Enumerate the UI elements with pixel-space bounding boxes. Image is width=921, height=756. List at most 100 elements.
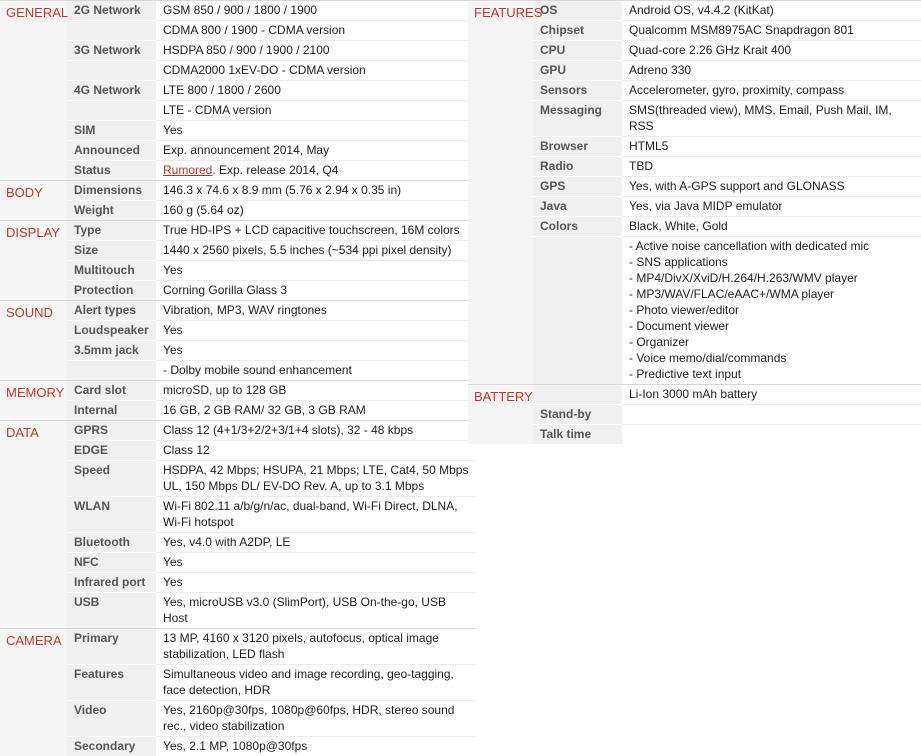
spec-row: FEATURESOSAndroid OS, v4.4.2 (KitKat) (468, 1, 921, 21)
spec-label-stand-by: Stand-by (533, 405, 622, 425)
spec-label-os: OS (533, 1, 622, 21)
spec-label-secondary: Secondary (67, 737, 156, 756)
spec-row: Weight160 g (5.64 oz) (0, 201, 476, 221)
spec-section-general: GENERAL2G NetworkGSM 850 / 900 / 1800 / … (0, 0, 476, 180)
spec-value-size: 1440 x 2560 pixels, 5.5 inches (~534 ppi… (156, 241, 476, 261)
spec-row: - Active noise cancellation with dedicat… (468, 237, 921, 385)
specs-column-right: FEATURESOSAndroid OS, v4.4.2 (KitKat)Chi… (468, 0, 921, 444)
spec-value-type: True HD-IPS + LCD capacitive touchscreen… (156, 221, 476, 241)
spec-row: FeaturesSimultaneous video and image rec… (0, 665, 476, 701)
spec-value-video: Yes, 2160p@30fps, 1080p@60fps, HDR, ster… (156, 701, 476, 737)
spec-label-size: Size (67, 241, 156, 261)
spec-row: MultitouchYes (0, 261, 476, 281)
spec-label-3-5mm-jack: 3.5mm jack (67, 341, 156, 361)
spec-label-type: Type (67, 221, 156, 241)
spec-row: BODYDimensions146.3 x 74.6 x 8.9 mm (5.7… (0, 181, 476, 201)
spec-row: CAMERAPrimary13 MP, 4160 x 3120 pixels, … (0, 629, 476, 665)
spec-row: SOUNDAlert typesVibration, MP3, WAV ring… (0, 301, 476, 321)
spec-value-loudspeaker: Yes (156, 321, 476, 341)
spec-label-extra (533, 237, 622, 385)
spec-section-battery: BATTERYLi-Ion 3000 mAh batteryStand-byTa… (468, 384, 921, 444)
spec-row: LoudspeakerYes (0, 321, 476, 341)
spec-row: RadioTBD (468, 157, 921, 177)
spec-row: MEMORYCard slotmicroSD, up to 128 GB (0, 381, 476, 401)
spec-value-extra: LTE - CDMA version (156, 101, 476, 121)
spec-row: BrowserHTML5 (468, 137, 921, 157)
spec-value-usb: Yes, microUSB v3.0 (SlimPort), USB On-th… (156, 593, 476, 629)
spec-label-extra (67, 61, 156, 81)
spec-value-3g-network: HSDPA 850 / 900 / 1900 / 2100 (156, 41, 476, 61)
spec-label-extra (67, 21, 156, 41)
spec-value-bluetooth: Yes, v4.0 with A2DP, LE (156, 533, 476, 553)
spec-row: NFCYes (0, 553, 476, 573)
spec-label-loudspeaker: Loudspeaker (67, 321, 156, 341)
spec-label-extra (67, 361, 156, 381)
spec-value-4g-network: LTE 800 / 1800 / 2600 (156, 81, 476, 101)
spec-value-gpu: Adreno 330 (622, 61, 921, 81)
spec-section-display: DISPLAYTypeTrue HD-IPS + LCD capacitive … (0, 220, 476, 300)
spec-label-video: Video (67, 701, 156, 737)
spec-row: GENERAL2G NetworkGSM 850 / 900 / 1800 / … (0, 1, 476, 21)
spec-label-browser: Browser (533, 137, 622, 157)
spec-row: CDMA2000 1xEV-DO - CDMA version (0, 61, 476, 81)
spec-value-messaging: SMS(threaded view), MMS, Email, Push Mai… (622, 101, 921, 137)
spec-value-internal: 16 GB, 2 GB RAM/ 32 GB, 3 GB RAM (156, 401, 476, 421)
spec-label-gpu: GPU (533, 61, 622, 81)
spec-value-radio: TBD (622, 157, 921, 177)
spec-value-extra: - Active noise cancellation with dedicat… (622, 237, 921, 385)
spec-value-extra: CDMA2000 1xEV-DO - CDMA version (156, 61, 476, 81)
spec-value-gps: Yes, with A-GPS support and GLONASS (622, 177, 921, 197)
spec-label-status: Status (67, 161, 156, 181)
category-camera: CAMERA (0, 629, 67, 756)
spec-row: DATAGPRSClass 12 (4+1/3+2/2+3/1+4 slots)… (0, 421, 476, 441)
spec-value-cpu: Quad-core 2.26 GHz Krait 400 (622, 41, 921, 61)
spec-label-sensors: Sensors (533, 81, 622, 101)
spec-label-features: Features (67, 665, 156, 701)
spec-row: SecondaryYes, 2.1 MP, 1080p@30fps (0, 737, 476, 756)
spec-value-multitouch: Yes (156, 261, 476, 281)
status-link[interactable]: Rumored (163, 163, 212, 177)
spec-value-weight: 160 g (5.64 oz) (156, 201, 476, 221)
spec-value-wlan: Wi-Fi 802.11 a/b/g/n/ac, dual-band, Wi-F… (156, 497, 476, 533)
specs-column-left: GENERAL2G NetworkGSM 850 / 900 / 1800 / … (0, 0, 476, 756)
spec-value-nfc: Yes (156, 553, 476, 573)
spec-value-sim: Yes (156, 121, 476, 141)
category-general: GENERAL (0, 1, 67, 181)
spec-row: 3G NetworkHSDPA 850 / 900 / 1900 / 2100 (0, 41, 476, 61)
spec-row: - Dolby mobile sound enhancement (0, 361, 476, 381)
spec-value-speed: HSDPA, 42 Mbps; HSUPA, 21 Mbps; LTE, Cat… (156, 461, 476, 497)
spec-value-features: Simultaneous video and image recording, … (156, 665, 476, 701)
spec-label-talk-time: Talk time (533, 425, 622, 445)
spec-label-cpu: CPU (533, 41, 622, 61)
spec-row: ProtectionCorning Gorilla Glass 3 (0, 281, 476, 301)
spec-value-edge: Class 12 (156, 441, 476, 461)
spec-label-colors: Colors (533, 217, 622, 237)
spec-value-gprs: Class 12 (4+1/3+2/2+3/1+4 slots), 32 - 4… (156, 421, 476, 441)
spec-label-nfc: NFC (67, 553, 156, 573)
spec-row: DISPLAYTypeTrue HD-IPS + LCD capacitive … (0, 221, 476, 241)
spec-label-sim: SIM (67, 121, 156, 141)
spec-row: ChipsetQualcomm MSM8975AC Snapdragon 801 (468, 21, 921, 41)
spec-value-secondary: Yes, 2.1 MP, 1080p@30fps (156, 737, 476, 756)
spec-label-speed: Speed (67, 461, 156, 497)
spec-label-extra (67, 101, 156, 121)
spec-row: ColorsBlack, White, Gold (468, 217, 921, 237)
spec-label-multitouch: Multitouch (67, 261, 156, 281)
spec-label-card-slot: Card slot (67, 381, 156, 401)
spec-row: BluetoothYes, v4.0 with A2DP, LE (0, 533, 476, 553)
spec-value-announced: Exp. announcement 2014, May (156, 141, 476, 161)
spec-value-extra: - Dolby mobile sound enhancement (156, 361, 476, 381)
spec-row: Talk time (468, 425, 921, 445)
spec-row: WLANWi-Fi 802.11 a/b/g/n/ac, dual-band, … (0, 497, 476, 533)
spec-row: MessagingSMS(threaded view), MMS, Email,… (468, 101, 921, 137)
spec-value-browser: HTML5 (622, 137, 921, 157)
spec-row: EDGEClass 12 (0, 441, 476, 461)
spec-label-protection: Protection (67, 281, 156, 301)
spec-label-radio: Radio (533, 157, 622, 177)
spec-label-gprs: GPRS (67, 421, 156, 441)
spec-section-features: FEATURESOSAndroid OS, v4.4.2 (KitKat)Chi… (468, 0, 921, 384)
spec-label-gps: GPS (533, 177, 622, 197)
spec-value-chipset: Qualcomm MSM8975AC Snapdragon 801 (622, 21, 921, 41)
spec-label-wlan: WLAN (67, 497, 156, 533)
spec-section-camera: CAMERAPrimary13 MP, 4160 x 3120 pixels, … (0, 628, 476, 756)
